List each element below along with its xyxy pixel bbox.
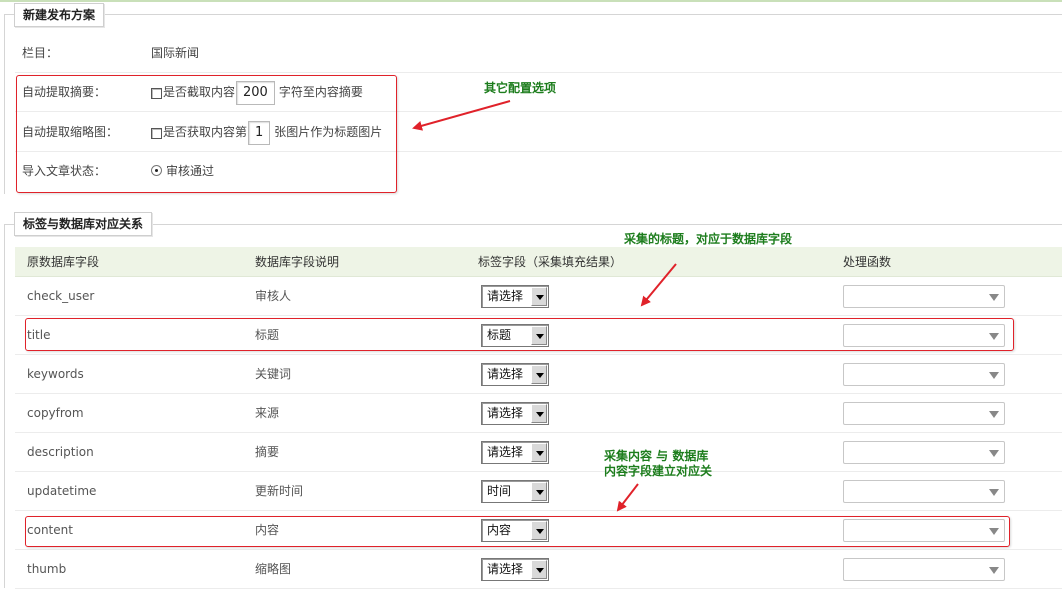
arrow-to-content-row: [616, 483, 639, 512]
arrow-to-title-row: [640, 263, 677, 307]
arrow-to-options: [412, 100, 511, 131]
annotation-arrows: [412, 100, 677, 512]
